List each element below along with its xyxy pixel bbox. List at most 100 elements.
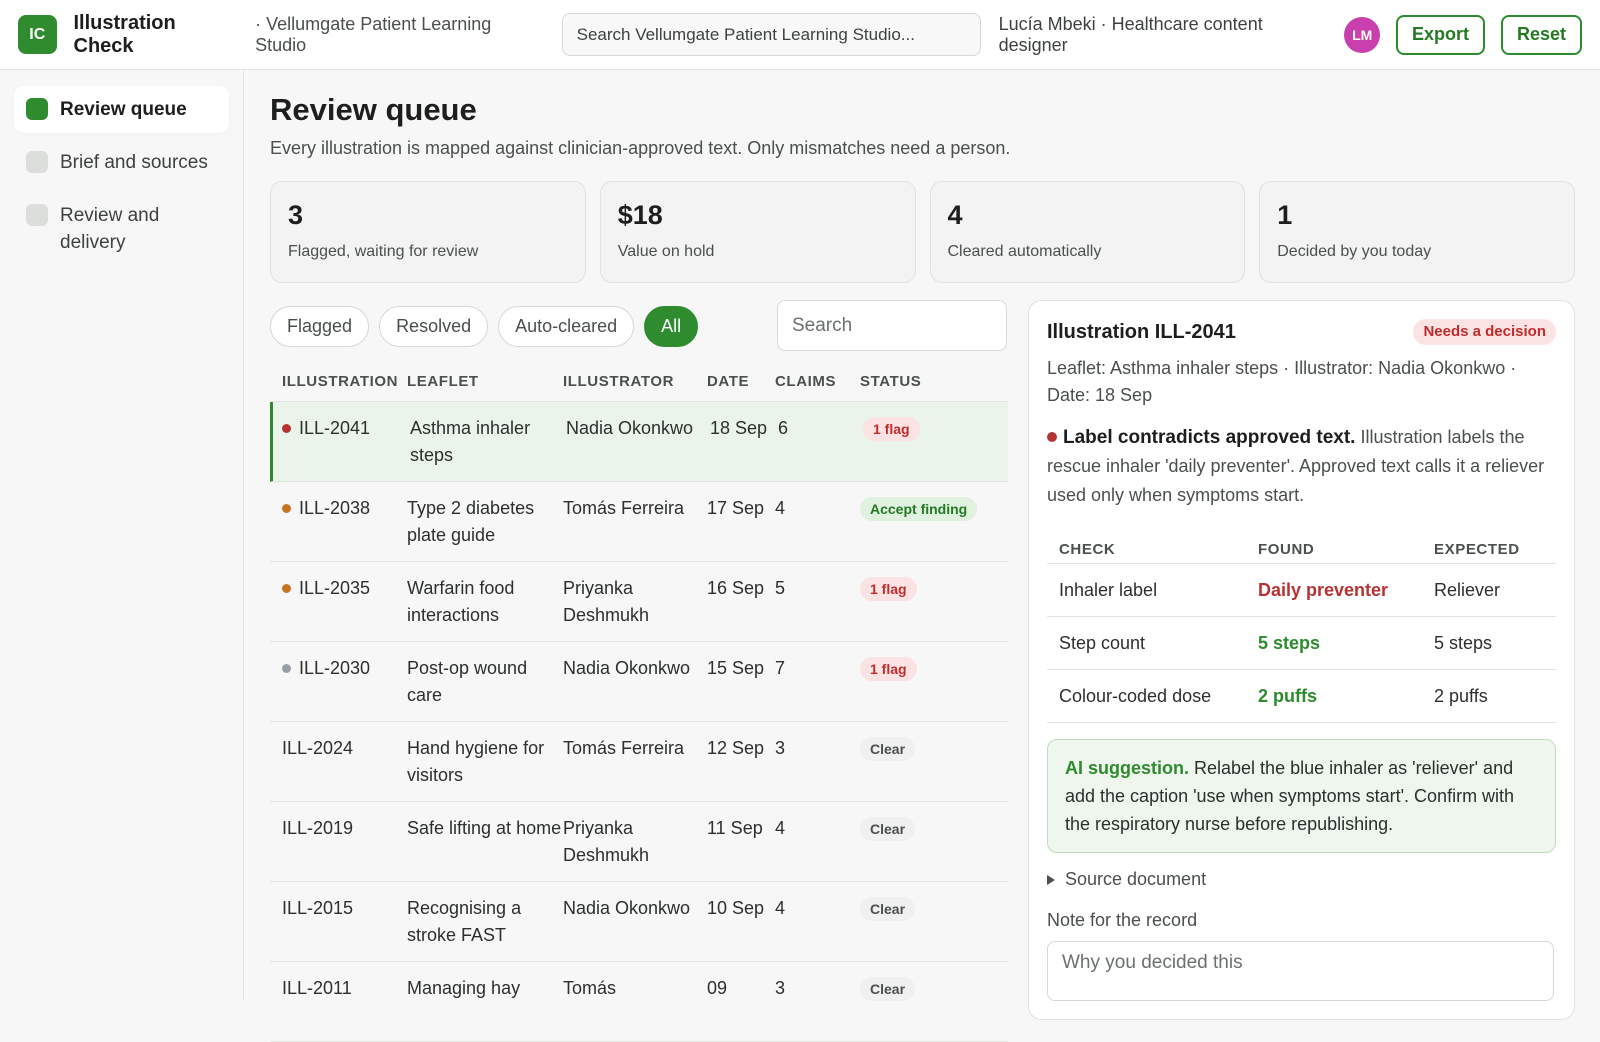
table-row[interactable]: ILL-2038 Type 2 diabetes plate guide Tomás… — [270, 482, 1008, 562]
detail-meta: Leaflet: Asthma inhaler steps · Illustra… — [1047, 358, 1517, 405]
check-found: Daily preventer — [1258, 579, 1389, 600]
status-badge: Accept finding — [860, 497, 978, 521]
source-document-label: Source document — [1065, 869, 1207, 889]
claims-cell: 3 — [775, 978, 786, 998]
workspace-name: · Vellumgate Patient Learning Studio — [255, 13, 492, 55]
checks-header: CHECK FOUND EXPECTED — [1047, 536, 1556, 564]
stat-label: Flagged, waiting for review — [288, 243, 479, 260]
status-cell: 1 flag — [860, 575, 1000, 641]
top-bar: IC Illustration Check · Vellumgate Patie… — [0, 0, 1600, 70]
date-cell: 11 Sep — [707, 818, 763, 838]
table-body: ILL-2041 Asthma inhaler steps Nadia Okonkw… — [270, 402, 1008, 1042]
illustration-id: ILL-2015 — [282, 898, 354, 918]
status-cell: Clear — [860, 815, 1000, 881]
severity-dot-icon — [282, 584, 291, 593]
illustration-id: ILL-2038 — [299, 498, 371, 518]
status-cell: Accept finding — [860, 495, 1000, 561]
column-header[interactable]: LEAFLET — [407, 373, 563, 390]
check-row: Colour-coded dose 2 puffs 2 puffs — [1047, 670, 1556, 723]
illustration-id-cell: ILL-2015 — [270, 895, 407, 961]
stat-card-cleared: 4 Cleared automatically — [929, 181, 1246, 283]
illustration-id: ILL-2030 — [299, 658, 371, 678]
nav-square-icon — [26, 151, 48, 173]
reset-button[interactable]: Reset — [1500, 14, 1582, 55]
illustration-id-cell: ILL-2030 — [270, 655, 407, 721]
column-header: FOUND — [1258, 541, 1315, 558]
sidebar-item-label: Review and delivery — [60, 205, 160, 253]
app-title: Illustration Check — [73, 11, 176, 57]
stat-card-value-on-hold: $18 Value on hold — [599, 181, 916, 283]
avatar[interactable]: LM — [1344, 16, 1380, 53]
stat-value: $18 — [617, 200, 663, 230]
leaflet-cell: Safe lifting at home — [407, 818, 562, 838]
user-name: Lucía Mbeki · Healthcare content designe… — [998, 13, 1263, 55]
export-button[interactable]: Export — [1395, 14, 1485, 55]
detail-header: Illustration ILL-2041 Needs a decision — [1047, 319, 1556, 345]
date-cell: 12 Sep — [707, 738, 765, 758]
illustrator-cell: Priyanka Deshmukh — [563, 578, 650, 625]
status-badge: 1 flag — [860, 577, 917, 601]
stat-label: Decided by you today — [1277, 243, 1432, 260]
sidebar-item-brief-and-sources[interactable]: Brief and sources — [14, 139, 229, 186]
check-row: Step count 5 steps 5 steps — [1047, 617, 1556, 670]
table-row[interactable]: ILL-2015 Recognising a stroke FAST Nadia O… — [270, 882, 1008, 962]
source-document-toggle[interactable]: Source document — [1047, 869, 1556, 890]
illustration-id-cell: ILL-2011 — [270, 975, 407, 1041]
sidebar-item-review-queue[interactable]: Review queue — [14, 86, 229, 133]
column-header[interactable]: CLAIMS — [775, 373, 860, 390]
leaflet-cell: Hand hygiene for visitors — [407, 738, 545, 785]
illustration-id: ILL-2024 — [282, 738, 354, 758]
filter-chip-resolved[interactable]: Resolved — [379, 306, 489, 347]
illustration-id-cell: ILL-2035 — [270, 575, 407, 641]
date-cell: 16 Sep — [707, 578, 765, 598]
sidebar-item-label: Review queue — [60, 99, 187, 120]
column-header[interactable]: ILLUSTRATOR — [563, 373, 707, 390]
global-search-input[interactable] — [561, 13, 981, 56]
status-badge: Clear — [860, 737, 916, 761]
status-badge: 1 flag — [863, 417, 920, 441]
stat-value: 1 — [1277, 200, 1293, 230]
table-row[interactable]: ILL-2030 Post-op wound care Nadia Okonkwo 1… — [270, 642, 1008, 722]
date-cell: 17 Sep — [707, 498, 765, 518]
filter-chip-all[interactable]: All — [644, 306, 699, 347]
illustrator-cell: Nadia Okonkwo — [563, 658, 691, 678]
leaflet-cell: Post-op wound care — [407, 658, 528, 705]
table-row[interactable]: ILL-2041 Asthma inhaler steps Nadia Okonkw… — [270, 402, 1008, 482]
table-header: ILLUSTRATION LEAFLET ILLUSTRATOR DATE CL… — [270, 362, 1008, 402]
illustrator-cell: Tomás — [563, 978, 617, 998]
sidebar-item-review-and-delivery[interactable]: Review and delivery — [14, 192, 229, 266]
status-badge: Clear — [860, 897, 916, 921]
check-name: Inhaler label — [1059, 579, 1158, 600]
status-badge: Needs a decision — [1413, 319, 1556, 345]
column-header[interactable]: DATE — [707, 373, 775, 390]
column-header[interactable]: ILLUSTRATION — [270, 373, 407, 390]
page-subtitle: Every illustration is mapped against cli… — [270, 138, 1011, 158]
illustration-id: ILL-2019 — [282, 818, 354, 838]
check-name: Colour-coded dose — [1059, 685, 1212, 706]
detail-panel: Illustration ILL-2041 Needs a decision L… — [1028, 300, 1575, 1020]
severity-dot-icon — [1047, 432, 1057, 442]
leaflet-cell: Recognising a stroke FAST — [407, 898, 522, 945]
column-header[interactable]: STATUS — [860, 373, 1000, 390]
filter-chip-auto-cleared[interactable]: Auto-cleared — [498, 306, 635, 347]
leaflet-cell: Type 2 diabetes plate guide — [407, 498, 535, 545]
table-row[interactable]: ILL-2035 Warfarin food interactions Priyan… — [270, 562, 1008, 642]
table-row[interactable]: ILL-2011 Managing hay Tomás 09 3 Clear — [270, 962, 1008, 1042]
illustrator-cell: Priyanka Deshmukh — [563, 818, 650, 865]
status-cell: 1 flag — [863, 415, 1003, 481]
severity-dot-icon — [282, 424, 291, 433]
table-row[interactable]: ILL-2019 Safe lifting at home Priyanka Des… — [270, 802, 1008, 882]
illustration-table: ILLUSTRATION LEAFLET ILLUSTRATOR DATE CL… — [270, 362, 1008, 1042]
disclosure-triangle-icon — [1047, 874, 1055, 885]
table-row[interactable]: ILL-2024 Hand hygiene for visitors Tomás F… — [270, 722, 1008, 802]
note-textarea[interactable] — [1047, 941, 1554, 1001]
illustration-id: ILL-2041 — [299, 418, 371, 438]
table-search-input[interactable] — [777, 300, 1007, 351]
illustration-id-cell: ILL-2038 — [270, 495, 407, 561]
filter-chip-flagged[interactable]: Flagged — [270, 306, 370, 347]
check-found: 2 puffs — [1258, 685, 1318, 706]
sidebar: Review queue Brief and sources Review an… — [0, 70, 244, 1000]
illustration-id-cell: ILL-2041 — [273, 415, 410, 481]
check-expected: Reliever — [1434, 579, 1501, 600]
status-cell: 1 flag — [860, 655, 1000, 721]
